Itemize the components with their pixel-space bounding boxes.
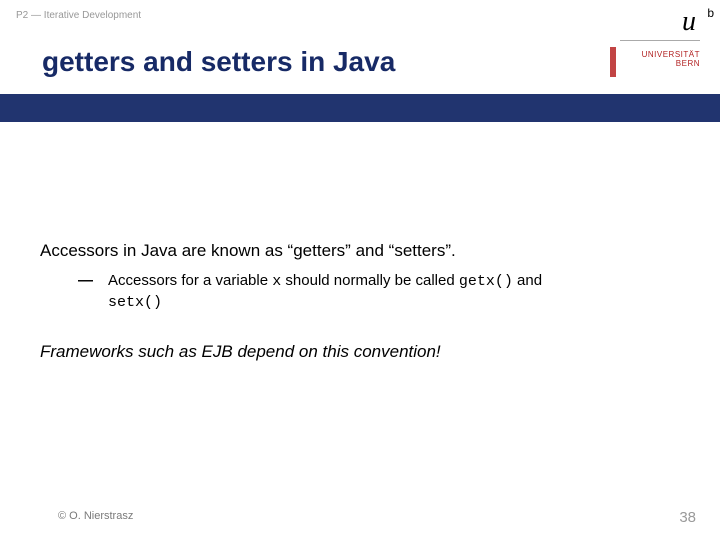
code-setx: setx() [108, 294, 162, 311]
bullet-text-mid: should normally be called [281, 272, 459, 289]
slide-body: Accessors in Java are known as “getters”… [40, 240, 680, 364]
university-logo: u b UNIVERSITÄT BERN [610, 6, 700, 84]
logo-red-strip [610, 47, 616, 77]
bullet-text-prefix: Accessors for a variable [108, 272, 272, 289]
code-var-x: x [272, 273, 281, 290]
bullet-dash-icon: — [78, 271, 93, 291]
intro-line: Accessors in Java are known as “getters”… [40, 240, 680, 263]
logo-b-superscript: b [707, 6, 714, 20]
logo-rule [620, 40, 700, 41]
logo-text: UNIVERSITÄT BERN [642, 50, 700, 68]
frameworks-line: Frameworks such as EJB depend on this co… [40, 341, 680, 364]
header-label: P2 — Iterative Development [16, 10, 141, 21]
code-getx: getx() [459, 273, 513, 290]
logo-line2: BERN [676, 59, 700, 68]
footer-copyright: © O. Nierstrasz [58, 510, 133, 522]
slide: P2 — Iterative Development u b UNIVERSIT… [0, 0, 720, 540]
bullet-text-and: and [513, 272, 542, 289]
logo-u-glyph: u [682, 6, 696, 38]
title-underline-bar [0, 94, 720, 122]
slide-title: getters and setters in Java [42, 46, 395, 78]
bullet-item: — Accessors for a variable x should norm… [78, 271, 680, 314]
logo-line1: UNIVERSITÄT [642, 50, 700, 59]
page-number: 38 [679, 509, 696, 526]
